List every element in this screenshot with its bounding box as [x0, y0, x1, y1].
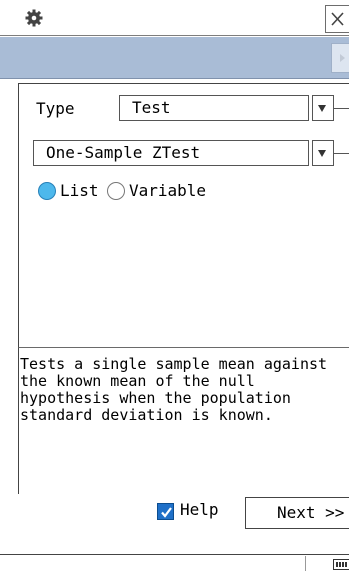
next-button-label: Next >> [277, 503, 345, 522]
type-value: Test [132, 98, 171, 117]
toolbar-arrow-button[interactable] [331, 43, 349, 73]
radio-list[interactable] [38, 182, 56, 200]
next-button[interactable]: Next >> [245, 497, 349, 529]
type-label: Type [36, 99, 75, 118]
test-dropdown-button[interactable] [312, 140, 334, 166]
test-value: One-Sample ZTest [46, 143, 201, 162]
help-label[interactable]: Help [180, 500, 219, 520]
radio-list-label[interactable]: List [60, 181, 99, 201]
description-text: Tests a single sample mean against the k… [20, 355, 328, 424]
test-select[interactable]: One-Sample ZTest [33, 140, 309, 166]
wizard-panel [18, 83, 349, 347]
close-icon [331, 12, 344, 26]
status-bar-divider [0, 554, 349, 555]
radio-variable[interactable] [107, 182, 125, 200]
title-bar [0, 0, 349, 36]
gear-icon[interactable] [24, 8, 44, 28]
battery-icon [333, 559, 349, 570]
help-checkbox[interactable] [157, 503, 174, 520]
play-arrow-icon [340, 54, 345, 62]
type-dropdown-button[interactable] [312, 95, 334, 121]
triangle-down-icon [318, 105, 326, 112]
triangle-down-icon [318, 150, 326, 157]
radio-variable-label[interactable]: Variable [129, 181, 206, 201]
divider [334, 153, 349, 154]
close-button[interactable] [325, 5, 349, 33]
toolbar [0, 37, 349, 79]
status-bar-separator [305, 556, 306, 571]
type-select[interactable]: Test [119, 95, 309, 121]
divider [334, 108, 349, 109]
checkmark-icon [161, 507, 172, 518]
